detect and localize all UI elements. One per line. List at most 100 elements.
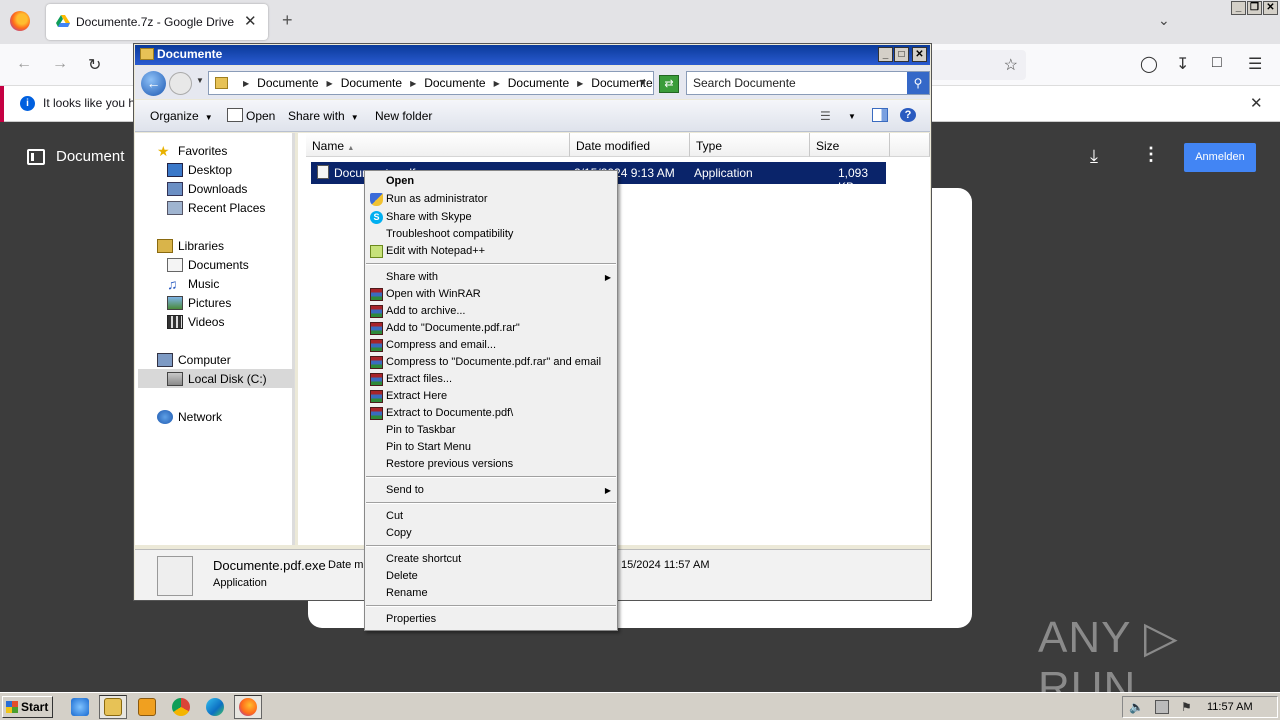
breadcrumb-item[interactable]: Documente: [257, 76, 318, 90]
nav-documents[interactable]: Documents: [167, 258, 249, 272]
column-header-size[interactable]: Size: [810, 133, 890, 157]
menu-hamburger-icon[interactable]: ☰: [1248, 54, 1262, 74]
breadcrumb-item[interactable]: Documente: [424, 76, 485, 90]
volume-icon[interactable]: 🔈: [1129, 700, 1144, 714]
pocket-icon[interactable]: ◯: [1140, 54, 1158, 74]
nav-network[interactable]: Network: [157, 410, 222, 424]
breadcrumb[interactable]: ▶ Documente ▶ Documente ▶ Documente ▶ Do…: [208, 71, 654, 95]
menu-item-pin-start[interactable]: Pin to Start Menu: [365, 439, 617, 456]
new-folder-button[interactable]: New folder: [375, 109, 432, 123]
music-icon: ♫: [167, 276, 178, 292]
menu-item-share-with[interactable]: Share with ▶: [365, 269, 617, 286]
bookmark-star-icon[interactable]: ☆: [1004, 55, 1018, 75]
more-options-icon[interactable]: ⋮: [1142, 144, 1160, 165]
view-dropdown-icon[interactable]: ▼: [848, 112, 856, 121]
open-button[interactable]: Open: [246, 109, 275, 123]
downloads-icon[interactable]: ↧: [1176, 54, 1189, 74]
menu-item-add-to-rar[interactable]: Add to "Documente.pdf.rar": [365, 320, 617, 337]
flag-icon[interactable]: ⚑: [1181, 700, 1195, 714]
network-tray-icon[interactable]: [1155, 700, 1169, 714]
breadcrumb-item[interactable]: Documente: [508, 76, 569, 90]
menu-item-delete[interactable]: Delete: [365, 568, 617, 585]
refresh-icon[interactable]: ⇄: [659, 75, 679, 93]
menu-item-properties[interactable]: Properties: [365, 611, 617, 628]
menu-item-share-skype[interactable]: S Share with Skype: [365, 209, 617, 226]
breadcrumb-arrow-icon[interactable]: ▶: [319, 76, 341, 90]
new-tab-button[interactable]: +: [282, 10, 293, 31]
menu-item-create-shortcut[interactable]: Create shortcut: [365, 551, 617, 568]
start-button[interactable]: Start: [2, 696, 53, 718]
preview-pane-icon[interactable]: [872, 108, 888, 122]
minimize-button[interactable]: _: [1231, 1, 1246, 15]
column-header-date[interactable]: Date modified: [570, 133, 690, 157]
reload-icon[interactable]: ↻: [88, 55, 101, 75]
menu-item-add-archive[interactable]: Add to archive...: [365, 303, 617, 320]
download-icon[interactable]: ⤓: [1090, 146, 1098, 167]
nav-local-disk[interactable]: Local Disk (C:): [167, 372, 267, 386]
minimize-button[interactable]: _: [878, 47, 893, 62]
internet-explorer-icon[interactable]: [71, 698, 89, 716]
menu-item-troubleshoot[interactable]: Troubleshoot compatibility: [365, 226, 617, 243]
maximize-button[interactable]: □: [894, 47, 909, 62]
menu-item-cut[interactable]: Cut: [365, 508, 617, 525]
help-icon[interactable]: ?: [900, 108, 916, 122]
menu-item-compress-rar-email[interactable]: Compress to "Documente.pdf.rar" and emai…: [365, 354, 617, 371]
breadcrumb-arrow-icon[interactable]: ▶: [486, 76, 508, 90]
url-bar[interactable]: ☆: [930, 50, 1026, 80]
search-icon[interactable]: ⚲: [907, 72, 929, 94]
tab-close-icon[interactable]: ✕: [244, 12, 257, 30]
nav-pictures[interactable]: Pictures: [167, 296, 231, 310]
explorer-title-bar[interactable]: Documente _ □ ✕: [135, 45, 930, 65]
signin-button[interactable]: Anmelden: [1184, 143, 1256, 172]
notification-close-icon[interactable]: ✕: [1250, 94, 1263, 112]
back-arrow-icon[interactable]: ←: [141, 71, 166, 96]
menu-item-run-as-admin[interactable]: Run as administrator: [365, 191, 617, 208]
browser-tab[interactable]: Documente.7z - Google Drive ✕: [46, 4, 268, 40]
view-options-icon[interactable]: ☰: [820, 109, 831, 123]
menu-item-send-to[interactable]: Send to ▶: [365, 482, 617, 499]
forward-arrow-icon[interactable]: [169, 72, 192, 95]
column-header-name[interactable]: Name ▲: [306, 133, 570, 157]
nav-videos[interactable]: Videos: [167, 315, 224, 329]
breadcrumb-item[interactable]: Documente: [341, 76, 402, 90]
menu-item-extract-files[interactable]: Extract files...: [365, 371, 617, 388]
address-dropdown-icon[interactable]: ▼: [638, 77, 647, 87]
nav-computer[interactable]: Computer: [157, 353, 231, 367]
share-with-button[interactable]: Share with ▼: [288, 109, 359, 123]
media-player-icon[interactable]: [138, 698, 156, 716]
nav-libraries[interactable]: Libraries: [157, 239, 224, 253]
nav-desktop[interactable]: Desktop: [167, 163, 232, 177]
menu-item-restore-previous[interactable]: Restore previous versions: [365, 456, 617, 473]
menu-item-open[interactable]: Open: [365, 173, 617, 190]
organize-button[interactable]: Organize ▼: [150, 109, 213, 123]
menu-item-open-winrar[interactable]: Open with WinRAR: [365, 286, 617, 303]
extensions-icon[interactable]: □: [1212, 54, 1222, 72]
forward-arrow-icon[interactable]: →: [52, 55, 68, 73]
close-button[interactable]: ✕: [1263, 1, 1278, 15]
edge-icon[interactable]: [206, 698, 224, 716]
back-arrow-icon[interactable]: ←: [16, 55, 32, 73]
chrome-icon[interactable]: [172, 698, 190, 716]
breadcrumb-arrow-icon[interactable]: ▶: [402, 76, 424, 90]
breadcrumb-arrow-icon[interactable]: ▶: [235, 76, 257, 90]
column-header-type[interactable]: Type: [690, 133, 810, 157]
firefox-logo-icon[interactable]: [10, 11, 30, 31]
clock[interactable]: 11:57 AM: [1207, 701, 1253, 713]
nav-favorites[interactable]: ★ Favorites: [157, 144, 227, 158]
menu-item-extract-to[interactable]: Extract to Documente.pdf\: [365, 405, 617, 422]
menu-item-edit-notepad[interactable]: Edit with Notepad++: [365, 243, 617, 260]
search-input[interactable]: Search Documente ⚲: [686, 71, 930, 95]
close-button[interactable]: ✕: [912, 47, 927, 62]
nav-recent-places[interactable]: Recent Places: [167, 201, 265, 215]
menu-item-pin-taskbar[interactable]: Pin to Taskbar: [365, 422, 617, 439]
breadcrumb-arrow-icon[interactable]: ▶: [569, 76, 591, 90]
menu-item-compress-email[interactable]: Compress and email...: [365, 337, 617, 354]
recent-pages-dropdown-icon[interactable]: ▼: [196, 76, 204, 85]
menu-item-extract-here[interactable]: Extract Here: [365, 388, 617, 405]
menu-item-copy[interactable]: Copy: [365, 525, 617, 542]
menu-item-rename[interactable]: Rename: [365, 585, 617, 602]
nav-music[interactable]: ♫ Music: [167, 277, 219, 291]
restore-button[interactable]: ❐: [1247, 1, 1262, 15]
nav-downloads[interactable]: Downloads: [167, 182, 247, 196]
list-tabs-chevron-icon[interactable]: ⌄: [1158, 12, 1170, 29]
